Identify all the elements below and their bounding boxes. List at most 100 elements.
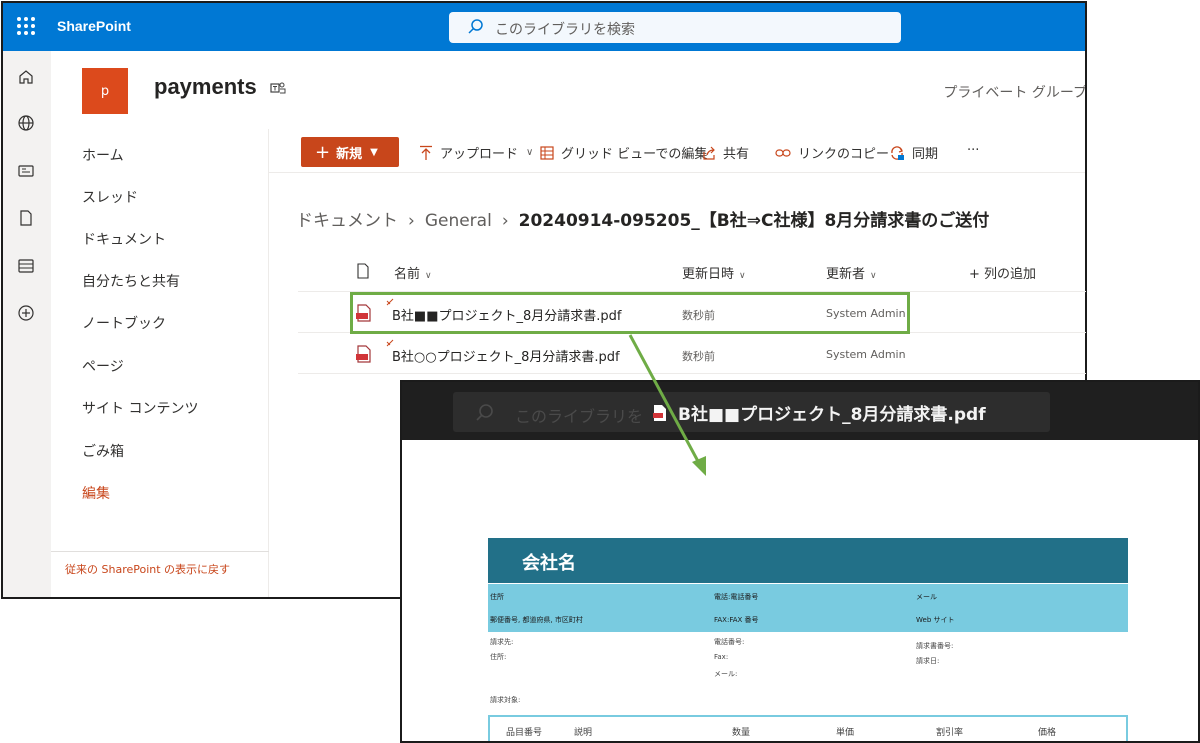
invoice-address: 住所 — [490, 593, 504, 601]
file-modified-by: System Admin — [826, 348, 906, 361]
nav-item-pages[interactable]: ページ — [82, 356, 124, 376]
bill-to-label: 請求先: — [490, 638, 514, 646]
more-icon: ··· — [967, 143, 980, 158]
nav-item-documents[interactable]: ドキュメント — [82, 229, 166, 249]
list-header: 名前 ∨ 更新日時 ∨ 更新者 ∨ + 列の追加 — [298, 252, 1086, 292]
suite-bar: SharePoint このライブラリを検索 — [3, 3, 1085, 51]
invoice-items-table: 品目番号 説明 数量 単価 割引率 価格 — [488, 715, 1128, 741]
app-rail — [3, 51, 51, 597]
link-icon — [775, 148, 791, 157]
table-header-quantity: 数量 — [732, 728, 751, 738]
chevron-down-icon: ∨ — [425, 271, 432, 281]
app-launcher-icon[interactable] — [17, 17, 35, 35]
nav-item-site-contents[interactable]: サイト コンテンツ — [82, 398, 198, 418]
breadcrumb-folder[interactable]: General — [425, 211, 492, 231]
upload-button[interactable]: アップロード ∨ — [419, 143, 533, 162]
chevron-down-icon: ∨ — [739, 271, 746, 281]
file-type-icon[interactable] — [356, 263, 370, 279]
site-logo[interactable]: p — [82, 68, 128, 114]
nav-item-recycle-bin[interactable]: ごみ箱 — [82, 441, 124, 461]
globe-icon[interactable] — [17, 114, 35, 132]
column-name[interactable]: 名前 ∨ — [394, 263, 432, 282]
bill-phone-label: 電話番号: — [714, 638, 745, 646]
chevron-down-icon: ∨ — [870, 271, 877, 281]
document-icon[interactable] — [17, 209, 35, 227]
invoice-company-name: 会社名 — [522, 553, 576, 574]
bill-fax-label: Fax: — [714, 653, 729, 661]
nav-item-shared-with-us[interactable]: 自分たちと共有 — [82, 271, 180, 291]
upload-arrow-icon — [420, 145, 432, 160]
share-label: 共有 — [723, 147, 750, 162]
viewer-search-placeholder: このライブラリを — [515, 407, 644, 426]
upload-label: アップロード — [440, 147, 519, 162]
bill-address-label: 住所: — [490, 653, 507, 661]
pdf-viewer-window: このライブラリを B社■■プロジェクト_8月分請求書.pdf 会社名 住所 電話… — [400, 380, 1200, 743]
table-header-price: 価格 — [1038, 728, 1057, 738]
nav-item-threads[interactable]: スレッド — [82, 187, 138, 207]
classic-view-link[interactable]: 従来の SharePoint の表示に戻す — [65, 561, 230, 577]
breadcrumb-current: 20240914-095205_【B社⇒C社様】8月分請求書のご送付 — [518, 211, 990, 231]
viewer-file-title: B社■■プロジェクト_8月分請求書.pdf — [652, 400, 986, 425]
table-header-unit-price: 単価 — [836, 728, 855, 738]
share-icon — [703, 146, 715, 160]
share-button[interactable]: 共有 — [702, 143, 749, 162]
pdf-file-icon — [653, 404, 666, 421]
nav-edit-link[interactable]: 編集 — [82, 483, 110, 503]
chevron-down-icon: ▼ — [370, 146, 378, 158]
viewer-file-name: B社■■プロジェクト_8月分請求書.pdf — [678, 405, 986, 425]
invoice-date-label: 請求日: — [916, 657, 940, 665]
file-modified: 数秒前 — [682, 350, 715, 363]
table-header-item-no: 品目番号 — [506, 728, 543, 738]
new-button-label: 新規 — [336, 146, 363, 162]
invoice-website: Web サイト — [916, 616, 955, 624]
copy-link-label: リンクのコピー — [798, 147, 890, 162]
sync-button[interactable]: 同期 — [889, 143, 938, 162]
sync-label: 同期 — [912, 147, 939, 162]
command-bar: + 新規 ▼ アップロード ∨ グリッド ビューでの編集 共有 リンクのコピー … — [269, 129, 1085, 173]
invoice-info-band: 住所 電話:電話番号 メール 郵便番号, 都道府県, 市区町村 FAX:FAX … — [488, 584, 1128, 632]
add-column-button[interactable]: + 列の追加 — [969, 263, 1036, 282]
more-options-button[interactable]: ··· — [967, 143, 979, 158]
news-icon[interactable] — [17, 162, 35, 180]
nav-divider — [51, 551, 269, 552]
invoice-postal: 郵便番号, 都道府県, 市区町村 — [490, 616, 583, 624]
invoice-number-label: 請求書番号: — [916, 642, 954, 650]
invoice-phone: 電話:電話番号 — [714, 593, 759, 601]
home-icon[interactable] — [17, 68, 35, 86]
grid-icon — [540, 145, 554, 160]
bill-mail-label: メール: — [714, 670, 738, 678]
library-search-box[interactable]: このライブラリを検索 — [449, 12, 901, 43]
lists-icon[interactable] — [17, 257, 35, 275]
nav-item-home[interactable]: ホーム — [82, 145, 124, 165]
copy-link-button[interactable]: リンクのコピー — [775, 143, 889, 162]
column-modified[interactable]: 更新日時 ∨ — [682, 263, 746, 282]
privacy-label: プライベート グループ — [943, 85, 1087, 101]
nav-item-notebook[interactable]: ノートブック — [82, 313, 166, 333]
invoice-email: メール — [916, 593, 937, 601]
search-icon — [468, 19, 483, 34]
file-name[interactable]: B社○○プロジェクト_8月分請求書.pdf — [392, 346, 620, 365]
plus-icon: + — [315, 141, 331, 163]
column-modified-by[interactable]: 更新者 ∨ — [826, 263, 877, 282]
column-modified-by-label: 更新者 — [826, 267, 866, 282]
viewer-top-bar: このライブラリを B社■■プロジェクト_8月分請求書.pdf — [402, 382, 1198, 440]
search-placeholder: このライブラリを検索 — [495, 22, 635, 38]
new-button[interactable]: + 新規 ▼ — [301, 137, 399, 167]
pdf-file-icon — [356, 345, 371, 363]
grid-edit-label: グリッド ビューでの編集 — [561, 147, 708, 162]
selected-file-highlight — [350, 292, 910, 334]
left-navigation: ホーム スレッド ドキュメント 自分たちと共有 ノートブック ページ サイト コ… — [51, 129, 269, 597]
teams-icon[interactable] — [270, 81, 286, 95]
search-icon — [476, 404, 493, 421]
breadcrumb: ドキュメント › General › 20240914-095205_【B社⇒C社様】8… — [296, 206, 989, 231]
grid-edit-button[interactable]: グリッド ビューでの編集 — [540, 143, 707, 162]
site-title[interactable]: payments — [154, 74, 257, 100]
column-name-label: 名前 — [394, 267, 421, 282]
table-header-description: 説明 — [574, 728, 593, 738]
create-plus-icon[interactable] — [17, 304, 35, 322]
invoice-fax: FAX:FAX 番号 — [714, 616, 759, 624]
breadcrumb-root[interactable]: ドキュメント — [296, 211, 398, 231]
table-row[interactable]: B社○○プロジェクト_8月分請求書.pdf 数秒前 System Admin — [298, 334, 1086, 374]
sync-icon — [891, 145, 904, 160]
brand-label[interactable]: SharePoint — [57, 18, 131, 34]
